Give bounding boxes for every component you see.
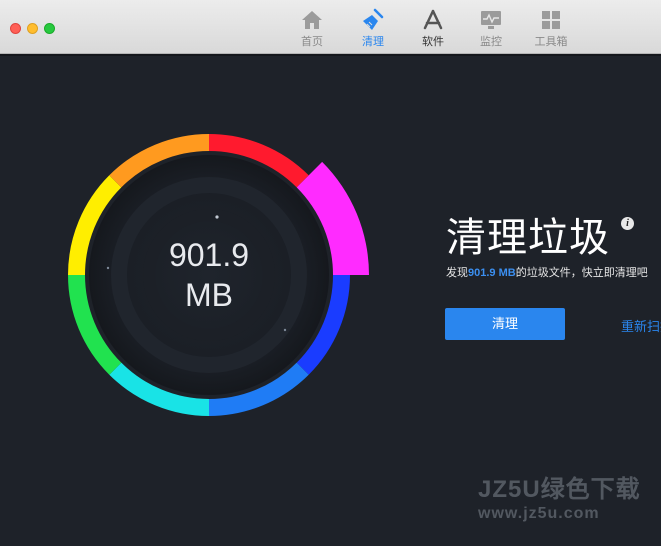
tab-clean[interactable]: 清理 (343, 8, 403, 49)
zoom-window-button[interactable] (44, 23, 55, 34)
clean-button[interactable]: 清理 (445, 308, 565, 340)
junk-size-gauge: 901.9 MB (0, 54, 440, 474)
window-controls (10, 23, 55, 34)
gauge-unit: MB (185, 277, 233, 313)
close-window-button[interactable] (10, 23, 21, 34)
tab-home-label: 首页 (301, 36, 323, 48)
watermark-line2: www.jz5u.com (478, 505, 600, 522)
window-toolbar: 首页 清理 软件 监控 工具箱 (0, 0, 661, 54)
home-icon (300, 8, 324, 32)
tab-clean-label: 清理 (362, 36, 384, 48)
tab-software-label: 软件 (422, 36, 444, 48)
junk-summary-text: 发现901.9 MB的垃圾文件，快立即清理吧 (446, 264, 648, 280)
gauge-value: 901.9 (169, 237, 249, 273)
tab-monitor-label: 监控 (480, 36, 502, 48)
app-store-icon (421, 8, 445, 32)
minimize-window-button[interactable] (27, 23, 38, 34)
summary-size: 901.9 MB (468, 267, 516, 279)
star-dot (215, 215, 219, 219)
tab-toolbox[interactable]: 工具箱 (521, 8, 581, 49)
broom-icon (361, 8, 385, 32)
summary-suffix: 的垃圾文件，快立即清理吧 (515, 267, 648, 279)
watermark-line1: JZ5U绿色下载 (478, 476, 641, 503)
tab-toolbox-label: 工具箱 (534, 36, 568, 48)
rescan-link[interactable]: 重新扫描 (621, 316, 661, 335)
star-dot (106, 266, 110, 270)
watermark: JZ5U绿色下载 www.jz5u.com (478, 476, 641, 524)
grid-icon (539, 8, 563, 32)
star-dot (283, 328, 287, 332)
summary-prefix: 发现 (446, 267, 468, 279)
tab-software[interactable]: 软件 (403, 8, 463, 49)
info-icon[interactable]: i (621, 217, 634, 230)
page-title: 清理垃圾 (446, 216, 610, 260)
monitor-icon (479, 8, 503, 32)
tab-monitor[interactable]: 监控 (461, 8, 521, 49)
tab-home[interactable]: 首页 (282, 8, 342, 49)
